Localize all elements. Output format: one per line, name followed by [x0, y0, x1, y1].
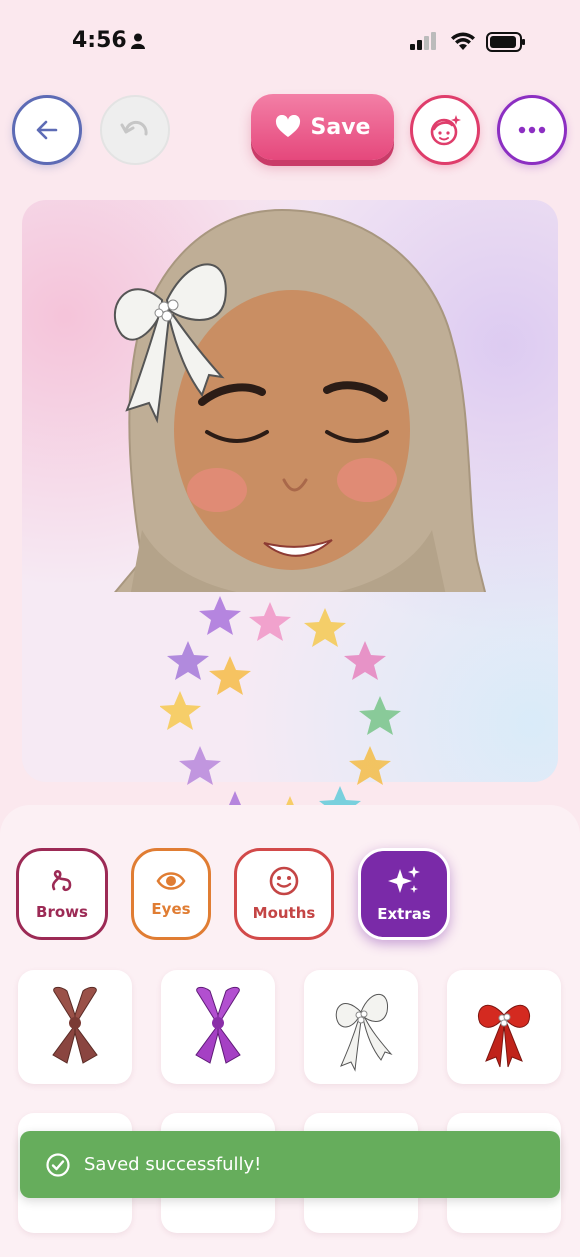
star-wreath-sticker	[160, 596, 401, 835]
extras-item-red-pearl-bow[interactable]	[447, 970, 561, 1084]
check-circle-icon	[46, 1152, 70, 1177]
success-toast: Saved successfully!	[20, 1131, 560, 1198]
category-label: Mouths	[252, 904, 316, 922]
category-label: Extras	[377, 905, 431, 923]
more-options-button[interactable]	[497, 95, 567, 165]
category-mouths[interactable]: Mouths	[234, 848, 334, 940]
purple-bow-icon	[195, 986, 241, 1064]
person-icon	[131, 33, 145, 49]
sparkles-icon	[388, 866, 420, 893]
heart-icon	[275, 115, 300, 137]
save-button[interactable]: Save	[251, 94, 394, 160]
save-label: Save	[310, 114, 371, 140]
avatar-illustration	[114, 208, 487, 592]
toast-message: Saved successfully!	[84, 1154, 262, 1175]
arrow-left-icon	[36, 120, 58, 140]
status-bar: 4:56	[0, 0, 580, 86]
red-pearl-bow-icon	[478, 1004, 530, 1068]
category-label: Eyes	[151, 900, 191, 918]
back-button[interactable]	[12, 95, 82, 165]
status-time: 4:56	[72, 28, 127, 53]
eye-icon	[156, 872, 186, 890]
extras-item-purple-bow[interactable]	[161, 970, 275, 1084]
cellular-signal-icon	[410, 32, 436, 50]
undo-button[interactable]	[100, 95, 170, 165]
wifi-icon	[451, 32, 475, 50]
category-brows[interactable]: Brows	[16, 848, 108, 940]
category-extras[interactable]: Extras	[358, 848, 450, 940]
brown-bow-icon	[52, 986, 98, 1064]
extras-item-brown-bow[interactable]	[18, 970, 132, 1084]
face-sparkle-icon	[430, 115, 461, 146]
random-avatar-button[interactable]	[410, 95, 480, 165]
white-pearl-bow-icon	[335, 993, 393, 1072]
smile-icon	[269, 866, 299, 896]
extras-item-white-pearl-bow[interactable]	[304, 970, 418, 1084]
ellipsis-icon	[518, 126, 546, 134]
white-bow-sticker	[113, 263, 227, 424]
category-eyes[interactable]: Eyes	[131, 848, 211, 940]
battery-icon	[486, 32, 525, 52]
brow-squiggle-icon	[51, 870, 72, 892]
undo-icon	[120, 120, 148, 136]
category-label: Brows	[36, 903, 88, 921]
